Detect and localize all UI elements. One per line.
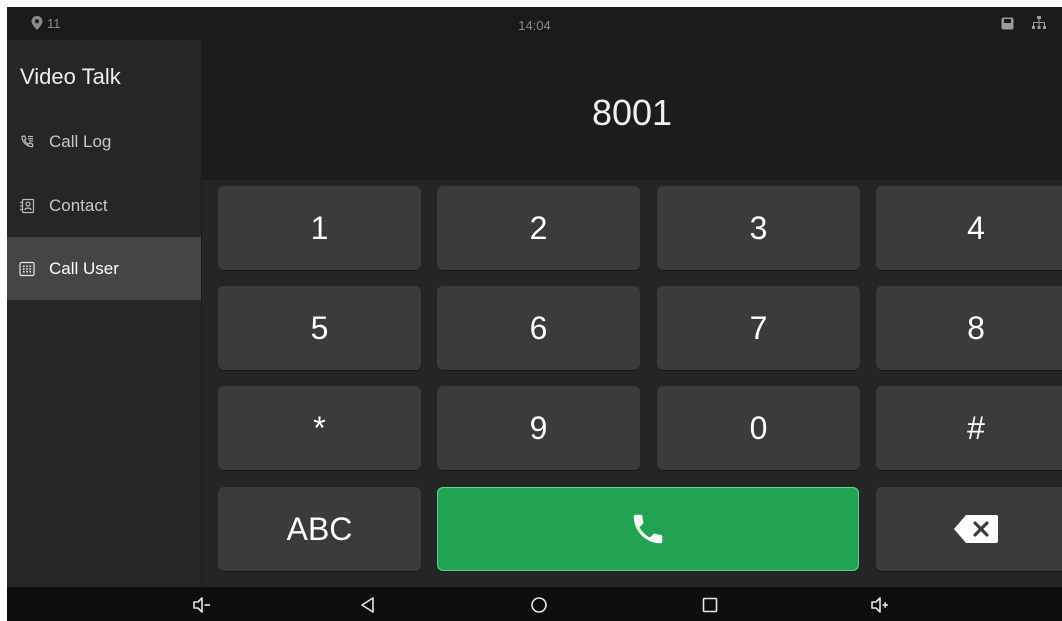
key-5[interactable]: 5: [218, 286, 421, 370]
key-8[interactable]: 8: [876, 286, 1062, 370]
back-button[interactable]: [357, 594, 379, 616]
volume-up-icon: [871, 597, 888, 613]
device-screen: 11 14:04 Video Talk Call Log Contact Cal…: [7, 7, 1062, 621]
dialed-number: 8001: [591, 92, 673, 133]
dialpad-icon: [19, 261, 35, 277]
dialer-panel: 8001 1 2 3 4 5 6 7 8 * 9 0 # ABC: [202, 40, 1062, 587]
sidebar-item-label: Call Log: [49, 131, 112, 151]
sidebar-item-call-user[interactable]: Call User: [7, 237, 201, 300]
network-icon: [1032, 16, 1046, 29]
home-button[interactable]: [528, 594, 550, 616]
number-display: 8001: [202, 40, 1062, 180]
key-9[interactable]: 9: [437, 386, 640, 470]
key-3[interactable]: 3: [657, 186, 860, 270]
status-bar: 11 14:04: [7, 7, 1062, 40]
volume-up-button[interactable]: [869, 594, 891, 616]
key-4[interactable]: 4: [876, 186, 1062, 270]
volume-down-icon: [193, 597, 210, 613]
status-time: 14:04: [518, 18, 551, 33]
sidebar: Video Talk Call Log Contact Call User: [7, 40, 201, 587]
recents-button[interactable]: [699, 594, 721, 616]
keypad: 1 2 3 4 5 6 7 8 * 9 0 # ABC: [202, 180, 1062, 587]
call-button[interactable]: [437, 487, 859, 571]
sidebar-item-call-log[interactable]: Call Log: [7, 110, 201, 173]
key-2[interactable]: 2: [437, 186, 640, 270]
abc-button[interactable]: ABC: [218, 487, 421, 571]
backspace-icon: [954, 515, 998, 543]
key-0[interactable]: 0: [657, 386, 860, 470]
key-7[interactable]: 7: [657, 286, 860, 370]
app-title: Video Talk: [20, 64, 121, 89]
sd-card-icon: [1001, 17, 1014, 29]
sidebar-item-label: Contact: [49, 195, 108, 215]
volume-down-button[interactable]: [191, 594, 213, 616]
back-icon: [361, 597, 374, 613]
call-log-icon: [19, 134, 35, 150]
key-6[interactable]: 6: [437, 286, 640, 370]
sidebar-item-label: Call User: [49, 258, 119, 278]
status-right: [1001, 13, 1046, 33]
recents-icon: [702, 597, 718, 613]
phone-icon: [633, 514, 663, 544]
key-star[interactable]: *: [218, 386, 421, 470]
delete-button[interactable]: [876, 487, 1062, 571]
key-1[interactable]: 1: [218, 186, 421, 270]
sidebar-item-contact[interactable]: Contact: [7, 174, 201, 237]
navigation-bar: [7, 587, 1062, 621]
key-hash[interactable]: #: [876, 386, 1062, 470]
home-icon: [531, 597, 547, 613]
contact-icon: [19, 198, 35, 214]
